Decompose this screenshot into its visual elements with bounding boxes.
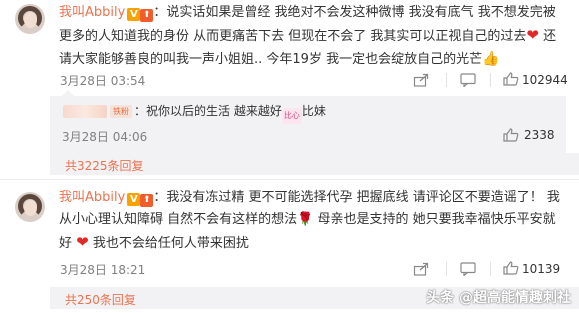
reply-time: 3月28日 04:06 [62,130,148,144]
more-replies-link[interactable]: 共3225条回复 [65,157,144,174]
username[interactable]: 我叫Abbily [59,190,125,205]
heart-emoji: ❤ [526,26,539,44]
thumb-up-icon[interactable] [503,128,519,142]
username[interactable]: 我叫Abbily [59,5,125,20]
comment-time: 3月28日 18:21 [60,263,146,277]
comment-body-end: 我也不会给任何人带来困扰 [88,236,249,251]
thumb-up-icon[interactable] [503,72,519,86]
thumb-up-icon[interactable] [503,261,519,275]
avatar[interactable] [15,4,45,34]
share-icon[interactable] [413,73,429,87]
level-badge: ⬆ [140,9,154,22]
avatar[interactable] [15,192,45,222]
heart-emoji: ❤ [76,233,89,251]
comment-time: 3月28日 03:54 [60,74,146,88]
like-count: 102944 [522,73,568,87]
thumb-emoji: 👍 [482,51,500,67]
more-replies-link[interactable]: 共250条回复 [65,291,136,308]
heart-hands-sticker: 比心 [281,108,302,124]
fan-badge: 铁粉 [110,105,132,118]
verified-badge: V [127,8,141,21]
reply-username-blurred[interactable] [63,105,107,118]
divider [0,179,579,180]
like-count: 10139 [522,262,561,276]
reply-body: ：祝你以后的生活 越来越好 [134,104,282,118]
watermark: 头条 @超高能情趣刺社 [426,290,571,306]
reply-text: ：祝你以后的生活 越来越好 比心 比妹 [134,102,554,124]
comment-text: 我叫Abbily V ⬆ ：说实话如果是曾经 我绝对不会发这种微博 我没有底气 我不想… [59,2,567,71]
comment-text: 我叫Abbily V ⬆ ：我没有冻过精 更不可能选择代孕 把握底线 请评论区不要造谣… [59,187,567,255]
share-icon[interactable] [413,262,429,276]
comment-icon[interactable] [460,73,476,87]
verified-badge: V [127,193,141,206]
reply-box: 铁粉 ：祝你以后的生活 越来越好 比心 比妹 3月28日 04:06 2338 [50,90,566,153]
comment-icon[interactable] [460,262,476,276]
reply-body-cont: 比妹 [301,104,326,118]
rose-emoji: 🌹 [297,212,314,227]
reply-like-count: 2338 [524,128,555,142]
level-badge: ⬆ [140,194,154,207]
